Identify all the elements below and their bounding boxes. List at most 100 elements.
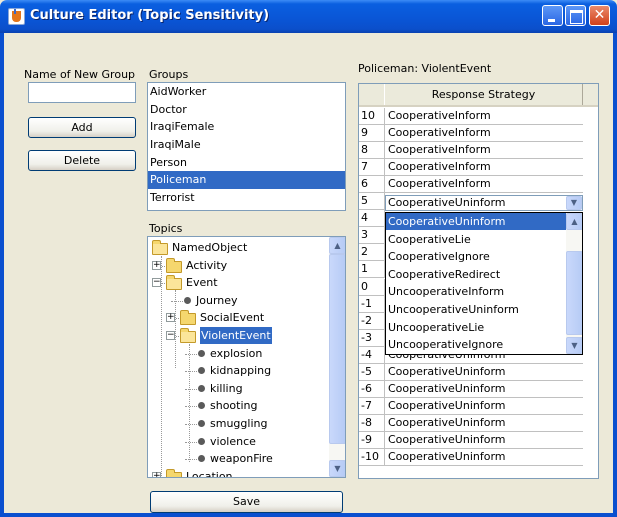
strategy-cell[interactable]: CooperativeInform bbox=[386, 108, 583, 124]
level-cell: 5 bbox=[359, 193, 385, 210]
add-button[interactable]: Add bbox=[28, 117, 136, 138]
dropdown-arrow-icon[interactable]: ▼ bbox=[566, 196, 582, 210]
strategy-cell[interactable]: CooperativeUninform bbox=[386, 381, 583, 397]
strategy-cell[interactable]: CooperativeUninform bbox=[386, 415, 583, 431]
expand-toggle-icon[interactable]: + bbox=[152, 260, 161, 270]
tree-connector bbox=[185, 406, 197, 408]
tree-node-label: Event bbox=[186, 276, 218, 290]
table-row[interactable]: -8 CooperativeUninform bbox=[359, 414, 583, 432]
level-cell: -8 bbox=[359, 414, 385, 431]
close-icon: ✕ bbox=[593, 7, 606, 23]
tree-node-label: SocialEvent bbox=[200, 311, 265, 325]
level-cell: -9 bbox=[359, 431, 385, 448]
list-item[interactable]: Policeman bbox=[148, 171, 345, 190]
level-cell: 3 bbox=[359, 227, 385, 244]
new-group-input[interactable] bbox=[28, 82, 136, 103]
tree-guide-line bbox=[161, 256, 162, 477]
topics-tree[interactable]: ▲ ▼ NamedObject + Activity − Event Journey + So… bbox=[147, 236, 346, 478]
dropdown-option[interactable]: UncooperativeInform bbox=[386, 283, 566, 300]
list-item[interactable]: IraqiFemale bbox=[148, 118, 345, 136]
table-row[interactable]: 9 CooperativeInform bbox=[359, 125, 583, 143]
topics-label: Topics bbox=[149, 222, 183, 235]
scroll-down-arrow-icon[interactable]: ▼ bbox=[566, 337, 582, 354]
dropdown-option[interactable]: UncooperativeLie bbox=[386, 319, 566, 336]
strategy-cell[interactable]: CooperativeInform bbox=[386, 176, 583, 192]
tree-node-label: killing bbox=[210, 381, 243, 395]
leaf-node-icon bbox=[198, 349, 205, 357]
level-cell: 7 bbox=[359, 159, 385, 176]
level-cell: 0 bbox=[359, 278, 385, 295]
strategy-cell[interactable]: CooperativeInform bbox=[386, 125, 583, 141]
level-cell: -2 bbox=[359, 312, 385, 329]
level-cell: 1 bbox=[359, 261, 385, 278]
java-app-icon bbox=[8, 8, 25, 25]
tree-connector bbox=[171, 300, 183, 302]
window-frame-bottom bbox=[0, 513, 617, 517]
close-button[interactable]: ✕ bbox=[589, 5, 610, 26]
list-item[interactable]: AidWorker bbox=[148, 83, 345, 101]
tree-node-label: Journey bbox=[196, 293, 238, 307]
table-row[interactable]: -6 CooperativeUninform bbox=[359, 380, 583, 398]
table-row[interactable]: -10 CooperativeUninform bbox=[359, 449, 583, 466]
strategy-cell[interactable]: CooperativeUninform bbox=[386, 398, 583, 414]
level-cell: 4 bbox=[359, 210, 385, 227]
title-bar[interactable]: Culture Editor (Topic Sensitivity) ✕ bbox=[0, 0, 617, 33]
groups-label: Groups bbox=[149, 68, 189, 81]
list-item[interactable]: Doctor bbox=[148, 101, 345, 119]
table-row[interactable]: 10 CooperativeInform bbox=[359, 108, 583, 125]
list-item[interactable]: Terrorist bbox=[148, 189, 345, 207]
dropdown-option[interactable]: CooperativeUninform bbox=[386, 213, 566, 230]
strategy-cell[interactable]: CooperativeUninform bbox=[386, 449, 583, 465]
level-cell: 10 bbox=[359, 108, 385, 124]
scroll-thumb[interactable] bbox=[566, 251, 582, 335]
folder-icon bbox=[166, 468, 182, 477]
save-button[interactable]: Save bbox=[150, 491, 343, 513]
dropdown-option[interactable]: CooperativeLie bbox=[386, 231, 566, 248]
dropdown-scrollbar[interactable]: ▲ ▼ bbox=[566, 213, 582, 354]
delete-button[interactable]: Delete bbox=[28, 150, 136, 171]
list-item[interactable]: IraqiMale bbox=[148, 136, 345, 154]
tree-node-label: shooting bbox=[210, 399, 258, 413]
expand-toggle-icon[interactable]: + bbox=[166, 313, 175, 323]
strategy-cell[interactable]: CooperativeInform bbox=[386, 142, 583, 158]
dropdown-option[interactable]: CooperativeRedirect bbox=[386, 266, 566, 283]
collapse-toggle-icon[interactable]: − bbox=[166, 331, 175, 340]
column-header-response-strategy[interactable]: Response Strategy bbox=[384, 84, 583, 105]
level-cell: 2 bbox=[359, 244, 385, 261]
table-row[interactable]: -7 CooperativeUninform bbox=[359, 397, 583, 415]
dropdown-option[interactable]: UncooperativeUninform bbox=[386, 301, 566, 318]
collapse-toggle-icon[interactable]: − bbox=[152, 278, 161, 288]
dropdown-option[interactable]: UncooperativeIgnore bbox=[386, 336, 566, 353]
leaf-node-icon bbox=[198, 455, 205, 463]
folder-icon bbox=[166, 257, 182, 273]
table-row[interactable]: 7 CooperativeInform bbox=[359, 159, 583, 177]
topics-scrollbar[interactable]: ▲ ▼ bbox=[329, 237, 345, 477]
tree-guide-line bbox=[189, 344, 190, 462]
expand-toggle-icon[interactable]: + bbox=[152, 471, 161, 477]
level-cell: 6 bbox=[359, 176, 385, 193]
dropdown-option[interactable]: CooperativeIgnore bbox=[386, 248, 566, 265]
strategy-cell[interactable]: CooperativeInform bbox=[386, 159, 583, 175]
strategy-combo-box[interactable]: CooperativeUninform ▼ bbox=[385, 195, 583, 211]
scroll-down-arrow-icon[interactable]: ▼ bbox=[329, 460, 345, 477]
table-row[interactable]: 8 CooperativeInform bbox=[359, 142, 583, 160]
maximize-button[interactable] bbox=[565, 5, 586, 26]
minimize-button[interactable] bbox=[542, 5, 563, 26]
strategy-cell[interactable]: CooperativeUninform bbox=[386, 432, 583, 448]
scroll-up-arrow-icon[interactable]: ▲ bbox=[566, 213, 582, 230]
strategy-cell[interactable]: CooperativeUninform bbox=[386, 364, 583, 380]
list-item[interactable]: Person bbox=[148, 154, 345, 172]
level-cell: -3 bbox=[359, 329, 385, 346]
scroll-up-arrow-icon[interactable]: ▲ bbox=[329, 237, 345, 254]
tree-node-label: kidnapping bbox=[210, 364, 272, 378]
table-header: Response Strategy bbox=[359, 84, 598, 107]
table-row[interactable]: -5 CooperativeUninform bbox=[359, 363, 583, 381]
table-row[interactable]: 6 CooperativeInform bbox=[359, 176, 583, 194]
groups-list[interactable]: AidWorker Doctor IraqiFemale IraqiMale Perso… bbox=[147, 82, 346, 211]
table-row[interactable]: -9 CooperativeUninform bbox=[359, 431, 583, 449]
leaf-node-icon bbox=[198, 402, 205, 410]
scroll-thumb[interactable] bbox=[329, 254, 345, 444]
level-cell: -10 bbox=[359, 449, 385, 465]
tree-connector bbox=[185, 353, 197, 355]
strategy-dropdown-list[interactable]: UncooperativeIgnore UncooperativeLie Uncoo… bbox=[385, 212, 583, 355]
